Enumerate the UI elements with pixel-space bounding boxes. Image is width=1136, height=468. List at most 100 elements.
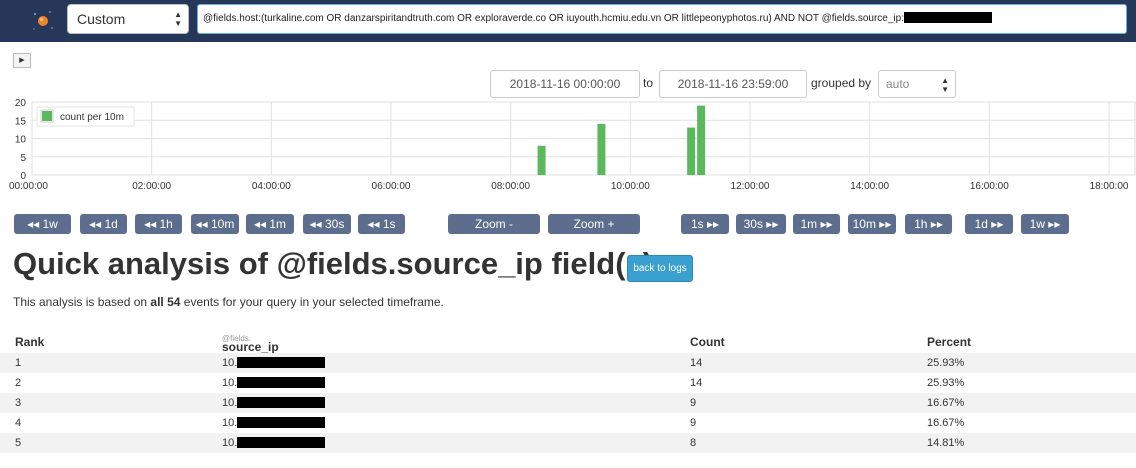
- x-tick-label: 10:00:00: [611, 181, 650, 192]
- back-to-logs-button[interactable]: back to logs: [627, 255, 693, 282]
- grouped-by-select[interactable]: auto ▲ ▼: [878, 70, 956, 98]
- logo-icon: [33, 11, 53, 30]
- ip-cell: 10.: [222, 417, 326, 429]
- forward-10m-button[interactable]: 10m ▸▸: [848, 214, 896, 234]
- percent-cell: 14.81%: [927, 437, 964, 449]
- redaction-box: [237, 397, 326, 408]
- desc-suffix: events for your query in your selected t…: [180, 295, 444, 309]
- zoom-in-button[interactable]: Zoom +: [548, 214, 640, 234]
- select-arrows-icon: ▲ ▼: [941, 76, 949, 94]
- forward-1m-button[interactable]: 1m ▸▸: [793, 214, 840, 234]
- rank-cell: 1: [15, 357, 21, 369]
- back-30s-button[interactable]: ◂◂ 30s: [303, 214, 351, 234]
- ip-cell-text: 10.: [222, 417, 238, 429]
- y-tick-label: 10: [15, 135, 27, 146]
- chart-bar: [697, 105, 706, 175]
- from-date-input[interactable]: 2018-11-16 00:00:00: [490, 70, 640, 98]
- percent-cell: 16.67%: [927, 397, 964, 409]
- redaction-box: [237, 417, 326, 428]
- x-tick-label: 00:00:00: [9, 181, 48, 192]
- ip-cell-text: 10.: [222, 437, 238, 449]
- to-label: to: [643, 76, 654, 90]
- back-1s-button[interactable]: ◂◂ 1s: [358, 214, 405, 234]
- table-row: 4 10. 9 16.67%: [0, 413, 1136, 433]
- to-date-input[interactable]: 2018-11-16 23:59:00: [659, 70, 807, 98]
- rank-cell: 4: [15, 417, 21, 429]
- query-text: @fields.host:(turkaline.com OR danzarspi…: [203, 13, 904, 24]
- percent-cell-text: 16.67%: [927, 397, 965, 409]
- y-tick-label: 15: [15, 116, 27, 127]
- chart-bar: [537, 145, 546, 175]
- rank-cell: 5: [15, 437, 21, 449]
- header-source-ip: source_ip: [222, 340, 279, 354]
- back-1w-button[interactable]: ◂◂ 1w: [14, 214, 71, 234]
- count-cell: 8: [690, 437, 696, 449]
- grouped-by-label: grouped by: [811, 76, 872, 90]
- redaction-box: [237, 357, 326, 368]
- query-input[interactable]: @fields.host:(turkaline.com OR danzarspi…: [197, 4, 1127, 34]
- percent-cell-text: 25.93%: [927, 377, 965, 389]
- legend-label: count per 10m: [60, 112, 124, 123]
- rank-cell: 2: [15, 377, 21, 389]
- percent-cell-text: 16.67%: [927, 417, 965, 429]
- count-cell: 14: [690, 377, 702, 389]
- back-10m-button[interactable]: ◂◂ 10m: [191, 214, 239, 234]
- back-1d-button[interactable]: ◂◂ 1d: [80, 214, 127, 234]
- count-cell: 9: [690, 417, 696, 429]
- count-cell-text: 8: [690, 437, 697, 449]
- redaction-box: [237, 377, 326, 388]
- x-tick-label: 06:00:00: [372, 181, 411, 192]
- select-arrows-icon: ▲ ▼: [174, 10, 182, 28]
- ip-cell: 10.: [222, 437, 326, 449]
- back-1h-button[interactable]: ◂◂ 1h: [135, 214, 182, 234]
- y-tick-label: 5: [20, 153, 26, 164]
- forward-1h-button[interactable]: 1h ▸▸: [905, 214, 952, 234]
- top-bar: Custom ▲ ▼ @fields.host:(turkaline.com OR…: [0, 0, 1136, 42]
- rank-cell-text: 5: [15, 437, 22, 449]
- ip-cell: 10.: [222, 357, 326, 369]
- header-percent: Percent: [927, 335, 972, 349]
- time-range-select[interactable]: Custom ▲ ▼: [67, 4, 189, 34]
- rank-cell-text: 1: [15, 357, 22, 369]
- x-tick-label: 14:00:00: [850, 181, 889, 192]
- count-cell-text: 14: [690, 357, 703, 369]
- legend-swatch: [42, 111, 52, 121]
- desc-prefix: This analysis is based on: [13, 295, 151, 309]
- header-rank: Rank: [15, 335, 45, 349]
- count-cell-text: 9: [690, 397, 697, 409]
- x-tick-label: 18:00:00: [1090, 181, 1129, 192]
- histogram-chart[interactable]: 0510152000:00:00 02:00:00 04:00:00 06:00:00…: [0, 98, 1136, 198]
- zoom-out-button[interactable]: Zoom -: [448, 214, 540, 234]
- rank-cell-text: 2: [15, 377, 22, 389]
- table-row: 2 10. 14 25.93%: [0, 373, 1136, 393]
- from-date-value: 2018-11-16 00:00:00: [509, 77, 621, 91]
- ip-cell: 10.: [222, 377, 326, 389]
- forward-1w-button[interactable]: 1w ▸▸: [1021, 214, 1069, 234]
- chart-bar: [687, 127, 696, 175]
- x-tick-label: 12:00:00: [731, 181, 770, 192]
- back-1m-button[interactable]: ◂◂ 1m: [246, 214, 294, 234]
- chart-bar: [597, 123, 606, 175]
- rank-cell-text: 3: [15, 397, 22, 409]
- ip-cell: 10.: [222, 397, 326, 409]
- forward-1d-button[interactable]: 1d ▸▸: [965, 214, 1013, 234]
- percent-cell: 16.67%: [927, 417, 964, 429]
- x-tick-label: 08:00:00: [491, 181, 530, 192]
- desc-event-count: all 54: [150, 295, 181, 309]
- percent-cell-text: 25.93%: [927, 357, 965, 369]
- expand-toggle-button[interactable]: ▶: [13, 53, 31, 68]
- ip-cell-text: 10.: [222, 357, 238, 369]
- percent-cell: 25.93%: [927, 357, 964, 369]
- redaction-box: [903, 12, 992, 23]
- x-tick-label: 02:00:00: [132, 181, 171, 192]
- x-tick-label: 04:00:00: [252, 181, 291, 192]
- forward-30s-button[interactable]: 30s ▸▸: [736, 214, 786, 234]
- rank-cell: 3: [15, 397, 21, 409]
- percent-cell-text: 14.81%: [927, 437, 965, 449]
- header-count: Count: [690, 335, 725, 349]
- count-cell-text: 9: [690, 417, 697, 429]
- count-cell: 14: [690, 357, 702, 369]
- count-cell: 9: [690, 397, 696, 409]
- x-tick-label: 16:00:00: [970, 181, 1009, 192]
- forward-1s-button[interactable]: 1s ▸▸: [681, 214, 729, 234]
